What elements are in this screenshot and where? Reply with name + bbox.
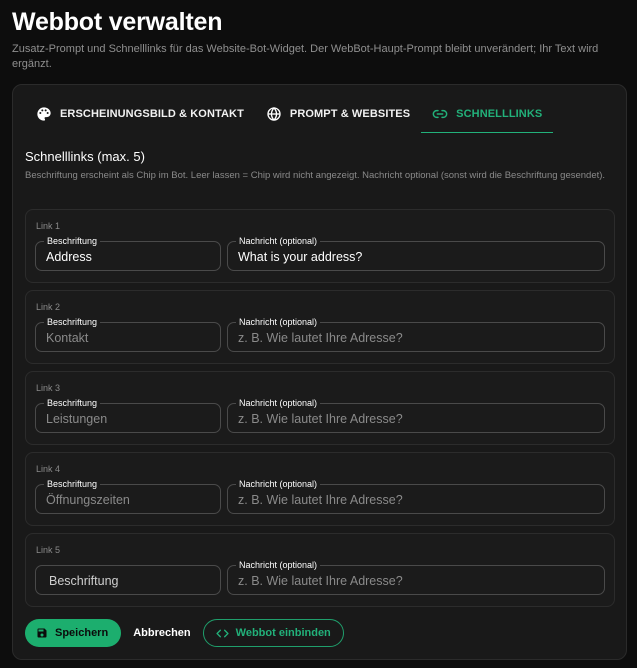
link-label: Link 5	[36, 545, 61, 555]
tab-label: PROMPT & WEBSITES	[289, 108, 411, 120]
message-legend: Nachricht (optional)	[236, 560, 321, 571]
caption-input[interactable]: Beschriftung Kontakt	[35, 317, 221, 352]
caption-input[interactable]: Beschriftung Leistungen	[35, 398, 221, 433]
tab-appearance-contact[interactable]: ERSCHEINUNGSBILD & KONTAKT	[25, 95, 255, 133]
tab-quicklinks[interactable]: SCHNELLLINKS	[421, 95, 554, 133]
caption-value: Address	[46, 250, 92, 264]
message-placeholder: z. B. Wie lautet Ihre Adresse?	[238, 574, 403, 588]
message-placeholder: z. B. Wie lautet Ihre Adresse?	[238, 493, 403, 507]
quicklink-group-5: Link 5 Beschriftung Nachricht (optional)…	[25, 533, 615, 607]
message-legend: Nachricht (optional)	[236, 317, 321, 328]
globe-icon	[266, 106, 282, 122]
message-value: What is your address?	[238, 250, 363, 264]
link-label: Link 4	[36, 464, 61, 474]
message-input[interactable]: Nachricht (optional) z. B. Wie lautet Ih…	[227, 398, 605, 433]
tab-label: ERSCHEINUNGSBILD & KONTAKT	[60, 108, 244, 120]
caption-placeholder: Beschriftung	[49, 574, 119, 588]
caption-input[interactable]: Beschriftung Address	[35, 236, 221, 271]
link-label: Link 2	[36, 302, 61, 312]
caption-input[interactable]: Beschriftung	[35, 565, 221, 595]
message-input[interactable]: Nachricht (optional) z. B. Wie lautet Ih…	[227, 317, 605, 352]
save-icon	[36, 627, 48, 639]
palette-icon	[36, 106, 52, 122]
caption-legend: Beschriftung	[44, 317, 101, 328]
message-input[interactable]: Nachricht (optional) What is your addres…	[227, 236, 605, 271]
caption-input[interactable]: Beschriftung Öffnungszeiten	[35, 479, 221, 514]
quicklink-group-2: Link 2 Beschriftung Kontakt Nachricht (o…	[25, 290, 615, 364]
save-button[interactable]: Speichern	[25, 619, 122, 647]
embed-label: Webbot einbinden	[235, 627, 331, 639]
message-placeholder: z. B. Wie lautet Ihre Adresse?	[238, 412, 403, 426]
save-label: Speichern	[55, 627, 109, 639]
caption-placeholder: Leistungen	[46, 412, 108, 426]
quicklink-group-3: Link 3 Beschriftung Leistungen Nachricht…	[25, 371, 615, 445]
message-placeholder: z. B. Wie lautet Ihre Adresse?	[238, 331, 403, 345]
tab-label: SCHNELLLINKS	[456, 107, 543, 120]
caption-legend: Beschriftung	[44, 398, 101, 409]
message-legend: Nachricht (optional)	[236, 479, 321, 490]
page-subtitle: Zusatz-Prompt und Schnelllinks für das W…	[12, 43, 599, 70]
tab-prompt-websites[interactable]: PROMPT & WEBSITES	[255, 95, 421, 133]
quicklink-group-1: Link 1 Beschriftung Address Nachricht (o…	[25, 209, 615, 283]
caption-legend: Beschriftung	[44, 479, 101, 490]
link-label: Link 3	[36, 383, 61, 393]
link-label: Link 1	[36, 221, 61, 231]
code-icon	[216, 627, 229, 640]
message-legend: Nachricht (optional)	[236, 398, 321, 409]
link-icon	[432, 106, 448, 122]
section-title: Schnelllinks (max. 5)	[25, 149, 145, 164]
message-input[interactable]: Nachricht (optional) z. B. Wie lautet Ih…	[227, 560, 605, 595]
caption-placeholder: Kontakt	[46, 331, 89, 345]
message-input[interactable]: Nachricht (optional) z. B. Wie lautet Ih…	[227, 479, 605, 514]
settings-card: ERSCHEINUNGSBILD & KONTAKT PROMPT & WEBS…	[12, 84, 627, 660]
page-title: Webbot verwalten	[12, 8, 223, 36]
embed-button[interactable]: Webbot einbinden	[202, 619, 344, 647]
caption-legend: Beschriftung	[44, 236, 101, 247]
tab-bar: ERSCHEINUNGSBILD & KONTAKT PROMPT & WEBS…	[25, 95, 554, 133]
action-bar: Speichern Abbrechen Webbot einbinden	[25, 619, 344, 647]
message-legend: Nachricht (optional)	[236, 236, 321, 247]
cancel-button[interactable]: Abbrechen	[133, 627, 190, 639]
quicklink-group-4: Link 4 Beschriftung Öffnungszeiten Nachr…	[25, 452, 615, 526]
caption-placeholder: Öffnungszeiten	[46, 493, 130, 507]
section-hint: Beschriftung erscheint als Chip im Bot. …	[25, 170, 606, 181]
